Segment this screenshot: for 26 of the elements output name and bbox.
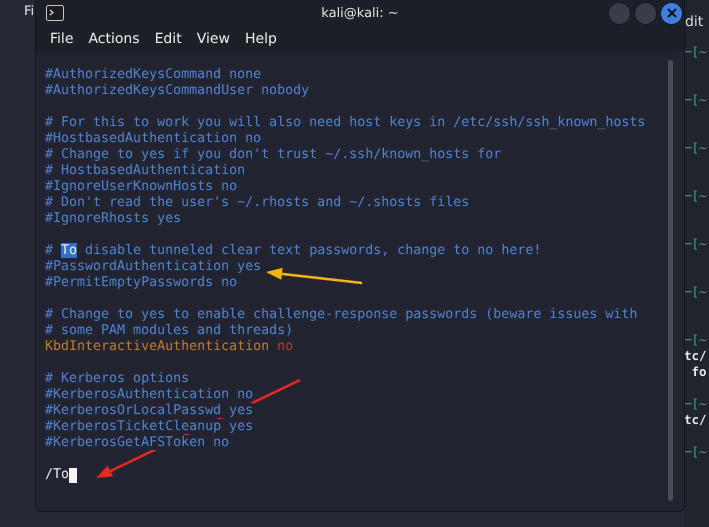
terminal-text: tc/ xyxy=(684,348,707,363)
menu-item[interactable]: File xyxy=(50,31,74,47)
close-button[interactable] xyxy=(660,2,683,24)
menu-item[interactable]: Edit xyxy=(154,31,182,47)
prompt-text: ─[~ xyxy=(684,284,707,299)
menu-item[interactable]: Actions xyxy=(88,31,140,47)
scrollbar[interactable] xyxy=(668,60,673,501)
prompt-text: ─[~ xyxy=(684,140,707,155)
window-title: kali@kali: ~ xyxy=(321,6,399,20)
prompt-text: ─[~ xyxy=(684,92,707,107)
search-command: /To xyxy=(45,467,70,483)
menu-item[interactable]: View xyxy=(196,31,230,47)
prompt-text: ─[~ xyxy=(684,44,707,59)
menu-item[interactable]: Help xyxy=(244,31,277,47)
prompt-text: ─[~ xyxy=(684,188,707,203)
prompt-text: ─[~ xyxy=(684,444,707,459)
terminal-text: tc/ xyxy=(684,412,707,427)
minimize-button[interactable] xyxy=(608,2,631,24)
terminal-text: fo xyxy=(690,364,707,379)
terminal-icon xyxy=(46,5,64,21)
close-icon xyxy=(666,8,676,18)
menu-item[interactable]: dit xyxy=(685,14,704,30)
desktop-icon-label[interactable]: Fi xyxy=(24,3,34,21)
prompt-text: ─[~ xyxy=(684,396,707,411)
prompt-text: ─[~ xyxy=(684,332,707,347)
prompt-text: ─[~ xyxy=(684,236,707,251)
